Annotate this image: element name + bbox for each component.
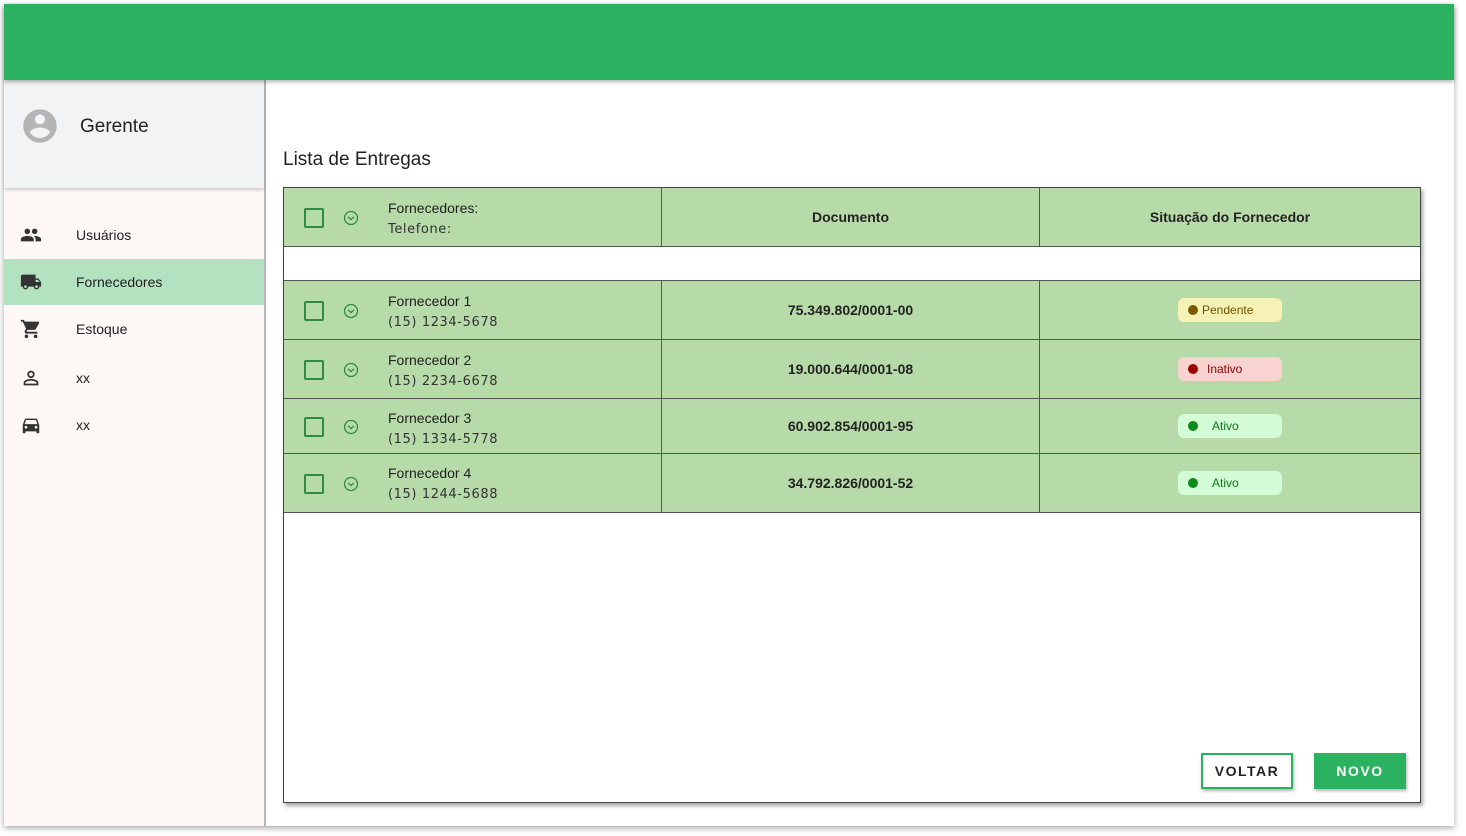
sidebar-item-label: Fornecedores	[76, 274, 163, 290]
supplier-name: Fornecedor 1	[388, 293, 472, 309]
sidebar-item-label: Usuários	[76, 227, 132, 243]
row-checkbox[interactable]	[304, 301, 324, 321]
row-checkbox[interactable]	[304, 417, 324, 437]
status-badge: Ativo	[1178, 471, 1282, 495]
supplier-document: 60.902.854/0001-95	[662, 399, 1040, 453]
table-spacer-row	[284, 247, 1420, 281]
expand-circle-icon[interactable]	[343, 362, 359, 378]
supplier-cell: Fornecedor 3 (15) 1334-5778	[284, 399, 662, 453]
header-fornecedores-label: Fornecedores:	[388, 200, 479, 216]
header-situacao-label: Situação do Fornecedor	[1149, 209, 1311, 225]
suppliers-table-card: Fornecedores: Telefone: Documento Situaç…	[283, 187, 1421, 803]
supplier-document: 19.000.644/0001-08	[662, 340, 1040, 398]
status-badge: Inativo	[1178, 357, 1282, 381]
supplier-document: 75.349.802/0001-00	[662, 281, 1040, 339]
table-row[interactable]: Fornecedor 1 (15) 1234-5678 75.349.802/0…	[284, 281, 1420, 340]
users-icon	[20, 228, 42, 242]
sidebar-item-usuarios[interactable]: Usuários	[4, 212, 264, 258]
supplier-cell: Fornecedor 1 (15) 1234-5678	[284, 281, 662, 339]
select-all-checkbox[interactable]	[304, 208, 324, 228]
expand-circle-icon[interactable]	[343, 419, 359, 435]
header-telefone-label: Telefone:	[388, 222, 452, 237]
truck-icon	[20, 274, 42, 290]
page-title: Lista de Entregas	[283, 149, 431, 170]
sidebar-item-fornecedores[interactable]: Fornecedores	[4, 259, 264, 305]
status-badge-label: Inativo	[1207, 362, 1243, 376]
sidebar-item-estoque[interactable]: Estoque	[4, 306, 264, 352]
expand-circle-icon[interactable]	[343, 476, 359, 492]
row-checkbox[interactable]	[304, 474, 324, 494]
supplier-document: 34.792.826/0001-52	[662, 454, 1040, 512]
sidebar-item-label: xx	[76, 417, 90, 433]
sidebar: Gerente Usuários Fornecedores Estoque xx…	[4, 80, 266, 826]
status-cell: Inativo	[1040, 340, 1420, 398]
table-row[interactable]: Fornecedor 3 (15) 1334-5778 60.902.854/0…	[284, 399, 1420, 454]
sidebar-item-xx-car[interactable]: xx	[4, 402, 264, 448]
status-cell: Ativo	[1040, 454, 1420, 512]
top-app-bar	[4, 4, 1454, 80]
supplier-name: Fornecedor 4	[388, 465, 472, 481]
back-button[interactable]: VOLTAR	[1201, 753, 1293, 789]
header-documento-label: Documento	[812, 209, 889, 225]
status-badge-label: Pendente	[1202, 303, 1254, 317]
supplier-cell: Fornecedor 4 (15) 1244-5688	[284, 454, 662, 512]
sidebar-item-label: Estoque	[76, 321, 128, 337]
sidebar-item-label: xx	[76, 370, 90, 386]
status-badge-label: Ativo	[1212, 419, 1239, 433]
supplier-phone: (15) 2234-6678	[388, 374, 499, 389]
profile-name: Gerente	[80, 116, 149, 137]
account-circle-icon	[23, 109, 57, 143]
cart-icon	[20, 319, 40, 339]
supplier-name: Fornecedor 3	[388, 410, 472, 426]
supplier-phone: (15) 1334-5778	[388, 432, 499, 447]
new-button[interactable]: NOVO	[1314, 753, 1406, 789]
expand-circle-icon[interactable]	[343, 303, 359, 319]
status-badge-label: Ativo	[1212, 476, 1239, 490]
supplier-phone: (15) 1244-5688	[388, 487, 499, 502]
status-cell: Pendente	[1040, 281, 1420, 339]
app-window: Gerente Usuários Fornecedores Estoque xx…	[4, 4, 1454, 826]
table-row[interactable]: Fornecedor 2 (15) 2234-6678 19.000.644/0…	[284, 340, 1420, 399]
header-cell-situacao: Situação do Fornecedor	[1040, 188, 1420, 246]
supplier-phone: (15) 1234-5678	[388, 315, 499, 330]
supplier-name: Fornecedor 2	[388, 352, 472, 368]
status-badge: Pendente	[1178, 298, 1282, 322]
header-cell-fornecedores: Fornecedores: Telefone:	[284, 188, 662, 246]
table-row[interactable]: Fornecedor 4 (15) 1244-5688 34.792.826/0…	[284, 454, 1420, 513]
car-icon	[22, 418, 40, 434]
status-badge: Ativo	[1178, 414, 1282, 438]
user-profile: Gerente	[4, 80, 264, 188]
sidebar-item-xx-person[interactable]: xx	[4, 355, 264, 401]
person-icon	[23, 370, 39, 386]
status-cell: Ativo	[1040, 399, 1420, 453]
supplier-cell: Fornecedor 2 (15) 2234-6678	[284, 340, 662, 398]
header-cell-documento: Documento	[662, 188, 1040, 246]
row-checkbox[interactable]	[304, 360, 324, 380]
expand-circle-icon[interactable]	[343, 210, 359, 226]
table-header-row: Fornecedores: Telefone: Documento Situaç…	[284, 188, 1420, 247]
